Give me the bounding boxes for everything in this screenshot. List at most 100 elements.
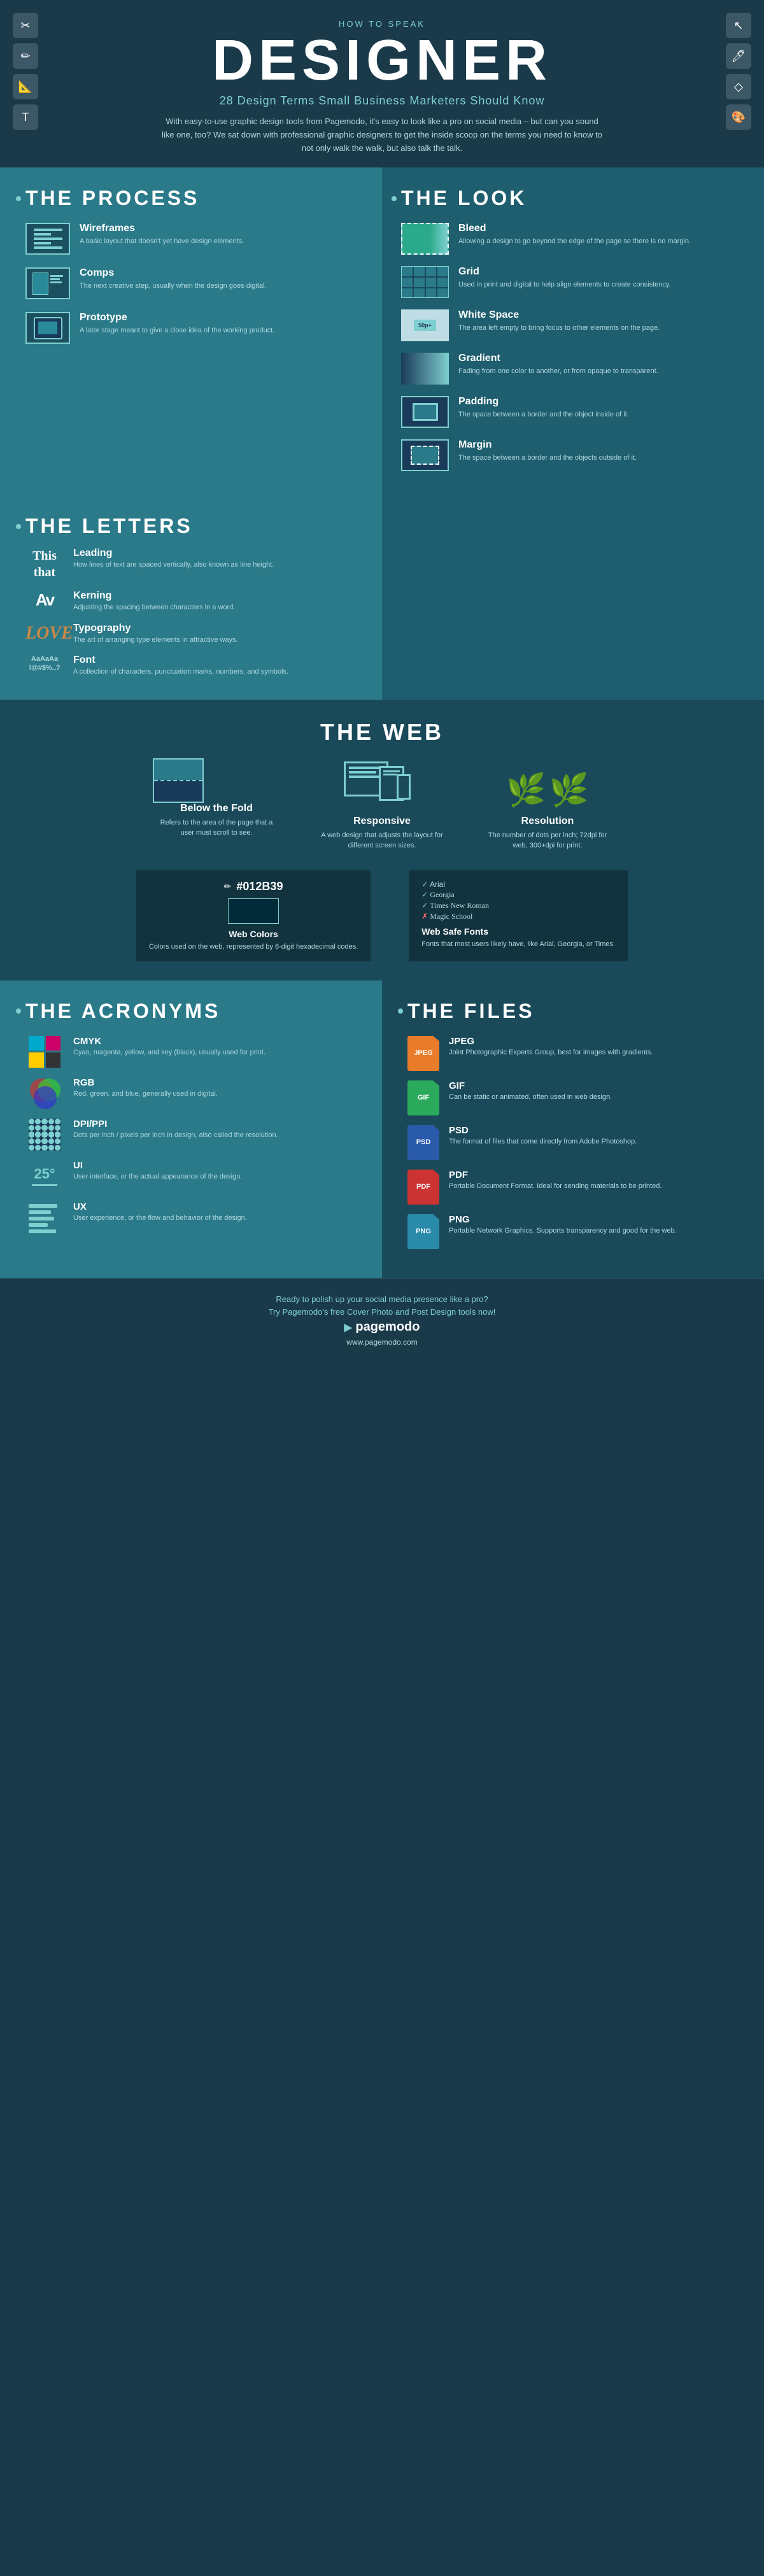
comps-text: Comps The next creative step, usually wh… — [80, 267, 267, 292]
whitespace-text: White Space The area left empty to bring… — [458, 309, 660, 334]
footer: Ready to polish up your social media pre… — [0, 1278, 764, 1362]
bleed-name: Bleed — [458, 223, 691, 234]
ux-item: UX User experience, or the flow and beha… — [25, 1201, 363, 1233]
font-arial: Arial — [421, 880, 615, 889]
prototype-name: Prototype — [80, 312, 274, 323]
wireframes-icon — [25, 223, 70, 255]
resolution-item: 🌿 🌿 Resolution The number of dots per in… — [484, 758, 611, 851]
font-text: Font A collection of characters, punctua… — [73, 655, 288, 677]
jpeg-item: JPEG JPEG Joint Photographic Experts Gro… — [407, 1036, 745, 1071]
footer-url: www.pagemodo.com — [16, 1338, 748, 1347]
font-tnr: Times New Roman — [421, 901, 615, 910]
padding-icon — [401, 396, 449, 428]
wireframes-text: Wireframes A basic layout that doesn't y… — [80, 223, 244, 247]
typography-item: LOVE Typography The art of arranging typ… — [25, 623, 357, 645]
font-list: Arial Georgia Times New Roman Magic Scho… — [421, 880, 615, 921]
letters-right-filler — [382, 502, 764, 699]
gif-icon: GIF — [407, 1080, 439, 1115]
bleed-text: Bleed Allowing a design to go beyond the… — [458, 223, 691, 247]
psd-icon: PSD — [407, 1125, 439, 1160]
wireframes-name: Wireframes — [80, 223, 244, 234]
margin-item: Margin The space between a border and th… — [401, 439, 745, 471]
rgb-name: RGB — [73, 1077, 218, 1088]
kerning-desc: Adjusting the spacing between characters… — [73, 603, 235, 612]
below-fold-desc: Refers to the area of the page that a us… — [153, 817, 280, 839]
pen-icon: 🖊 — [726, 43, 751, 69]
grid-name: Grid — [458, 266, 671, 278]
fold-top — [154, 760, 202, 780]
png-desc: Portable Network Graphics. Supports tran… — [449, 1226, 677, 1236]
ux-desc: User experience, or the flow and behavio… — [73, 1214, 247, 1223]
header-right-icons: ↖ 🖊 ◇ 🎨 — [726, 13, 751, 130]
responsive-name: Responsive — [318, 816, 446, 827]
whitespace-desc: The area left empty to bring focus to ot… — [458, 323, 660, 334]
typography-demo: LOVE — [25, 623, 64, 644]
jpeg-desc: Joint Photographic Experts Group, best f… — [449, 1048, 653, 1058]
ruler-icon: 📐 — [13, 74, 38, 99]
typography-name: Typography — [73, 623, 238, 634]
brand-name: pagemodo — [355, 1320, 420, 1334]
jpeg-name: JPEG — [449, 1036, 653, 1047]
whitespace-icon: 50p+ — [401, 309, 449, 341]
dpi-text: DPI/PPI Dots per inch / pixels per inch … — [73, 1119, 278, 1140]
margin-name: Margin — [458, 439, 637, 451]
pdf-icon: PDF — [407, 1170, 439, 1205]
ui-text: UI User interface, or the actual appeara… — [73, 1160, 242, 1182]
wireframes-desc: A basic layout that doesn't yet have des… — [80, 236, 244, 247]
header-title: DESIGNER — [38, 32, 726, 89]
margin-text: Margin The space between a border and th… — [458, 439, 637, 464]
letters-column: THE LETTERS Thisthat Leading How lines o… — [0, 502, 382, 699]
ui-name: UI — [73, 1160, 242, 1171]
psd-desc: The format of files that come directly f… — [449, 1137, 637, 1147]
psd-name: PSD — [449, 1125, 637, 1136]
prototype-icon — [25, 312, 70, 344]
web-color-hex: #012B39 — [236, 880, 283, 893]
paint-icon: 🎨 — [726, 104, 751, 130]
header: ✂ ✏ 📐 T ↖ 🖊 ◇ 🎨 How to Speak DESIGNER 28… — [0, 0, 764, 167]
dpi-name: DPI/PPI — [73, 1119, 278, 1129]
pdf-text: PDF Portable Document Format. Ideal for … — [449, 1170, 661, 1191]
resolution-name: Resolution — [484, 816, 611, 827]
color-swatch — [228, 898, 279, 924]
gradient-item: Gradient Fading from one color to anothe… — [401, 353, 745, 385]
ux-icon — [25, 1201, 64, 1233]
ui-icon: 25° — [25, 1160, 64, 1192]
ui-item: 25° UI User interface, or the actual app… — [25, 1160, 363, 1192]
cmyk-icon — [25, 1036, 64, 1068]
kerning-demo: Av — [25, 590, 64, 610]
web-title: THE WEB — [38, 719, 726, 746]
whitespace-item: 50p+ White Space The area left empty to … — [401, 309, 745, 341]
padding-text: Padding The space between a border and t… — [458, 396, 629, 420]
grid-text: Grid Used in print and digital to help a… — [458, 266, 671, 290]
dpi-desc: Dots per inch / pixels per inch in desig… — [73, 1131, 278, 1140]
leading-name: Leading — [73, 548, 274, 559]
pdf-name: PDF — [449, 1170, 661, 1180]
padding-item: Padding The space between a border and t… — [401, 396, 745, 428]
jpeg-text: JPEG Joint Photographic Experts Group, b… — [449, 1036, 653, 1058]
comps-name: Comps — [80, 267, 267, 279]
web-section: THE WEB Below the Fold Refers to the are… — [0, 700, 764, 980]
responsive-desc: A web design that adjusts the layout for… — [318, 830, 446, 851]
padding-desc: The space between a border and the objec… — [458, 409, 629, 420]
letters-section-wrapper: THE LETTERS Thisthat Leading How lines o… — [0, 502, 764, 699]
rgb-desc: Red, green, and blue, generally used in … — [73, 1089, 218, 1099]
brand-logo: ▶ pagemodo — [16, 1320, 748, 1334]
gradient-name: Gradient — [458, 353, 658, 364]
png-item: PNG PNG Portable Network Graphics. Suppo… — [407, 1214, 745, 1249]
psd-text: PSD The format of files that come direct… — [449, 1125, 637, 1147]
process-column: THE PROCESS Wireframes A basic layout th… — [0, 167, 382, 502]
web-fonts-desc: Fonts that most users likely have, like … — [421, 940, 615, 949]
crop-icon: ✂ — [13, 13, 38, 38]
prototype-item: Prototype A later stage meant to give a … — [25, 312, 363, 344]
resolution-icon: 🌿 🌿 — [509, 758, 586, 809]
font-desc: A collection of characters, punctuation … — [73, 667, 288, 677]
process-look-section: THE PROCESS Wireframes A basic layout th… — [0, 167, 764, 502]
comps-desc: The next creative step, usually when the… — [80, 281, 267, 292]
look-title: THE LOOK — [401, 187, 527, 210]
acronyms-title: THE ACRONYMS — [25, 1000, 220, 1023]
look-column: THE LOOK Bleed Allowing a design to go b… — [382, 167, 764, 502]
grid-icon — [401, 266, 449, 298]
rgb-text: RGB Red, green, and blue, generally used… — [73, 1077, 218, 1099]
ui-desc: User interface, or the actual appearance… — [73, 1172, 242, 1182]
fold-bottom — [154, 780, 202, 802]
